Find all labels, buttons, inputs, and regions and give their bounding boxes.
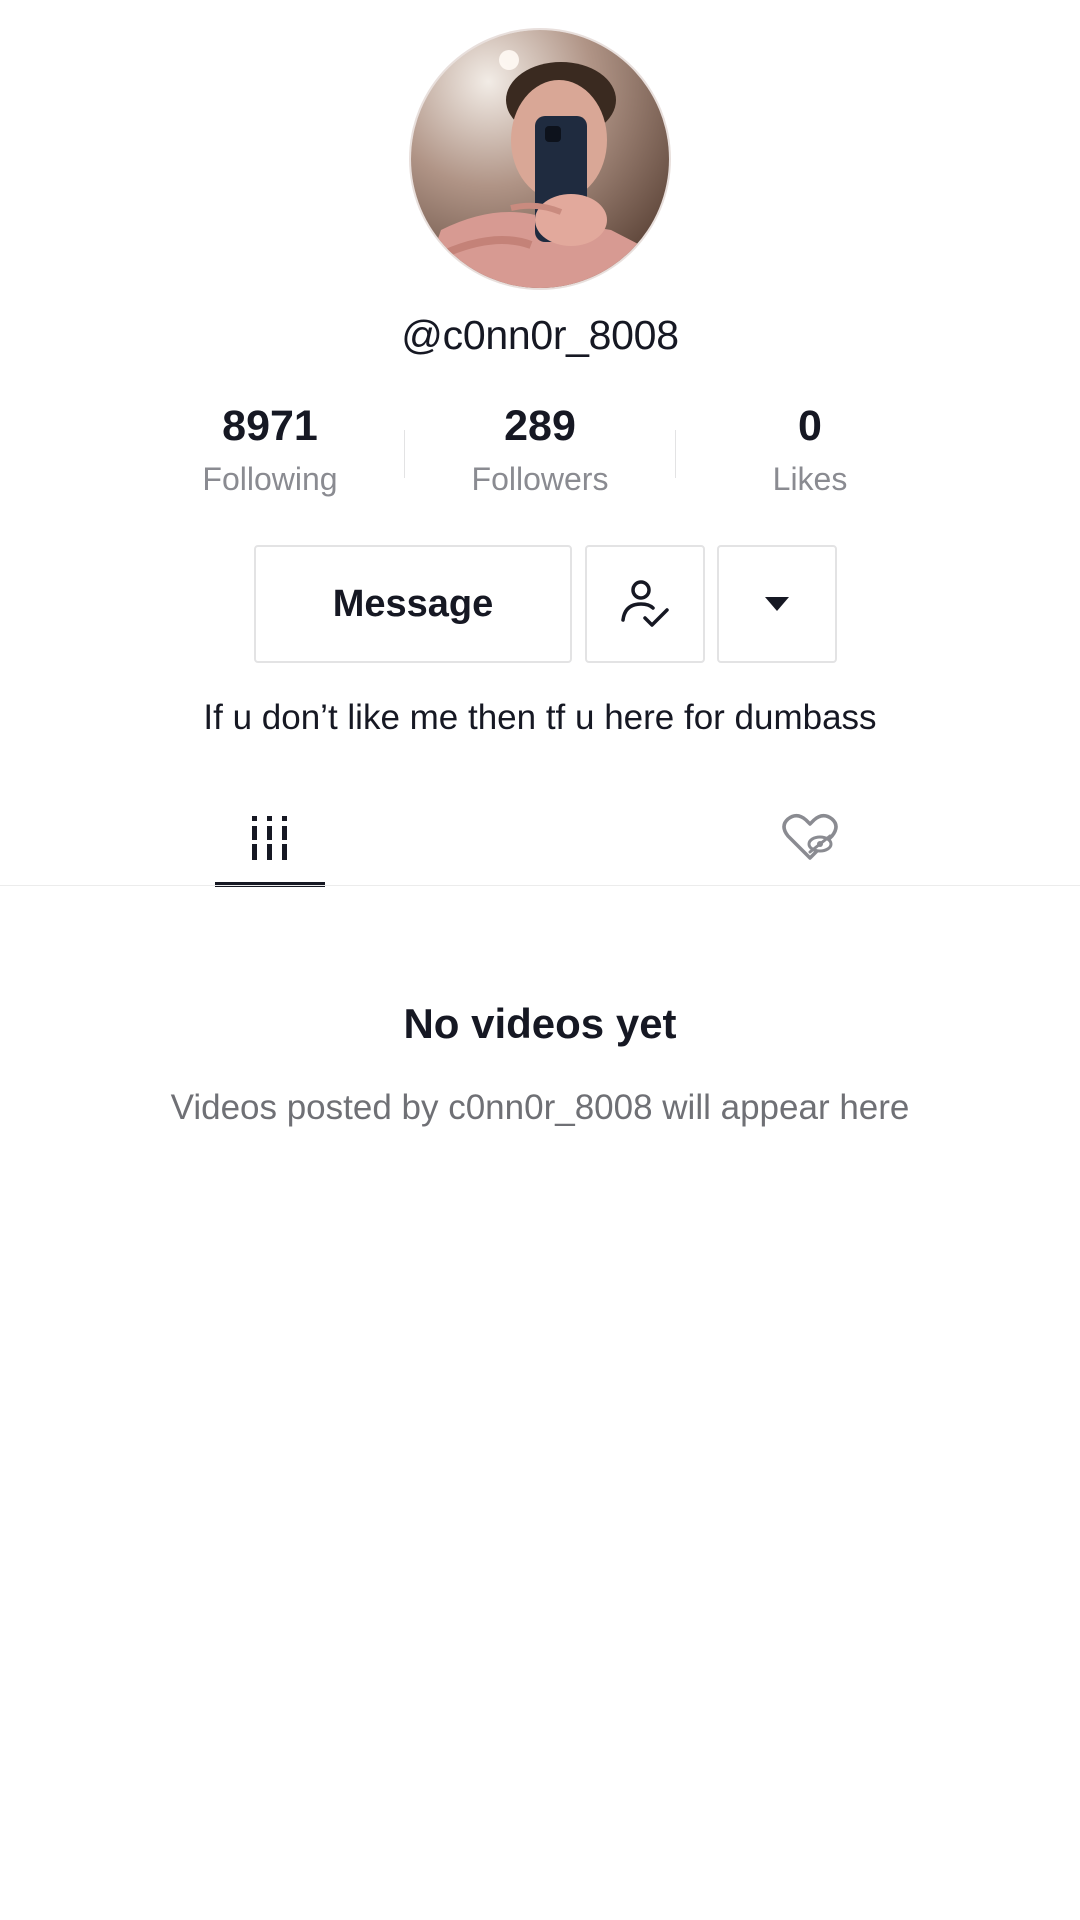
following-count: 8971 (222, 402, 318, 450)
stat-followers[interactable]: 289 Followers (405, 400, 675, 498)
more-options-button[interactable] (717, 545, 837, 663)
caret-down-icon (765, 597, 789, 611)
avatar[interactable] (411, 30, 669, 288)
stat-likes[interactable]: 0 Likes (675, 400, 945, 498)
profile-tabs (0, 790, 1080, 890)
following-button[interactable] (585, 545, 705, 663)
empty-state-title: No videos yet (403, 1000, 677, 1047)
message-button[interactable]: Message (254, 545, 572, 663)
stat-following[interactable]: 8971 Following (135, 400, 405, 498)
likes-label: Likes (772, 461, 848, 497)
empty-state-subtitle: Videos posted by c0nn0r_8008 will appear… (170, 1088, 910, 1127)
tabs-divider (0, 885, 1080, 886)
tab-videos[interactable] (0, 790, 540, 886)
tab-liked[interactable] (540, 790, 1080, 886)
profile-stats: 8971 Following 289 Followers 0 Likes (0, 400, 1080, 510)
username: @c0nn0r_8008 (401, 312, 679, 358)
followers-count: 289 (504, 402, 576, 450)
grid-icon (252, 816, 287, 860)
following-label: Following (202, 461, 338, 497)
avatar-image (411, 30, 669, 288)
followers-label: Followers (471, 461, 609, 497)
hidden-heart-icon (782, 814, 838, 860)
likes-count: 0 (798, 402, 822, 450)
profile-bio: If u don’t like me then tf u here for du… (203, 698, 877, 737)
user-check-icon (621, 580, 669, 627)
